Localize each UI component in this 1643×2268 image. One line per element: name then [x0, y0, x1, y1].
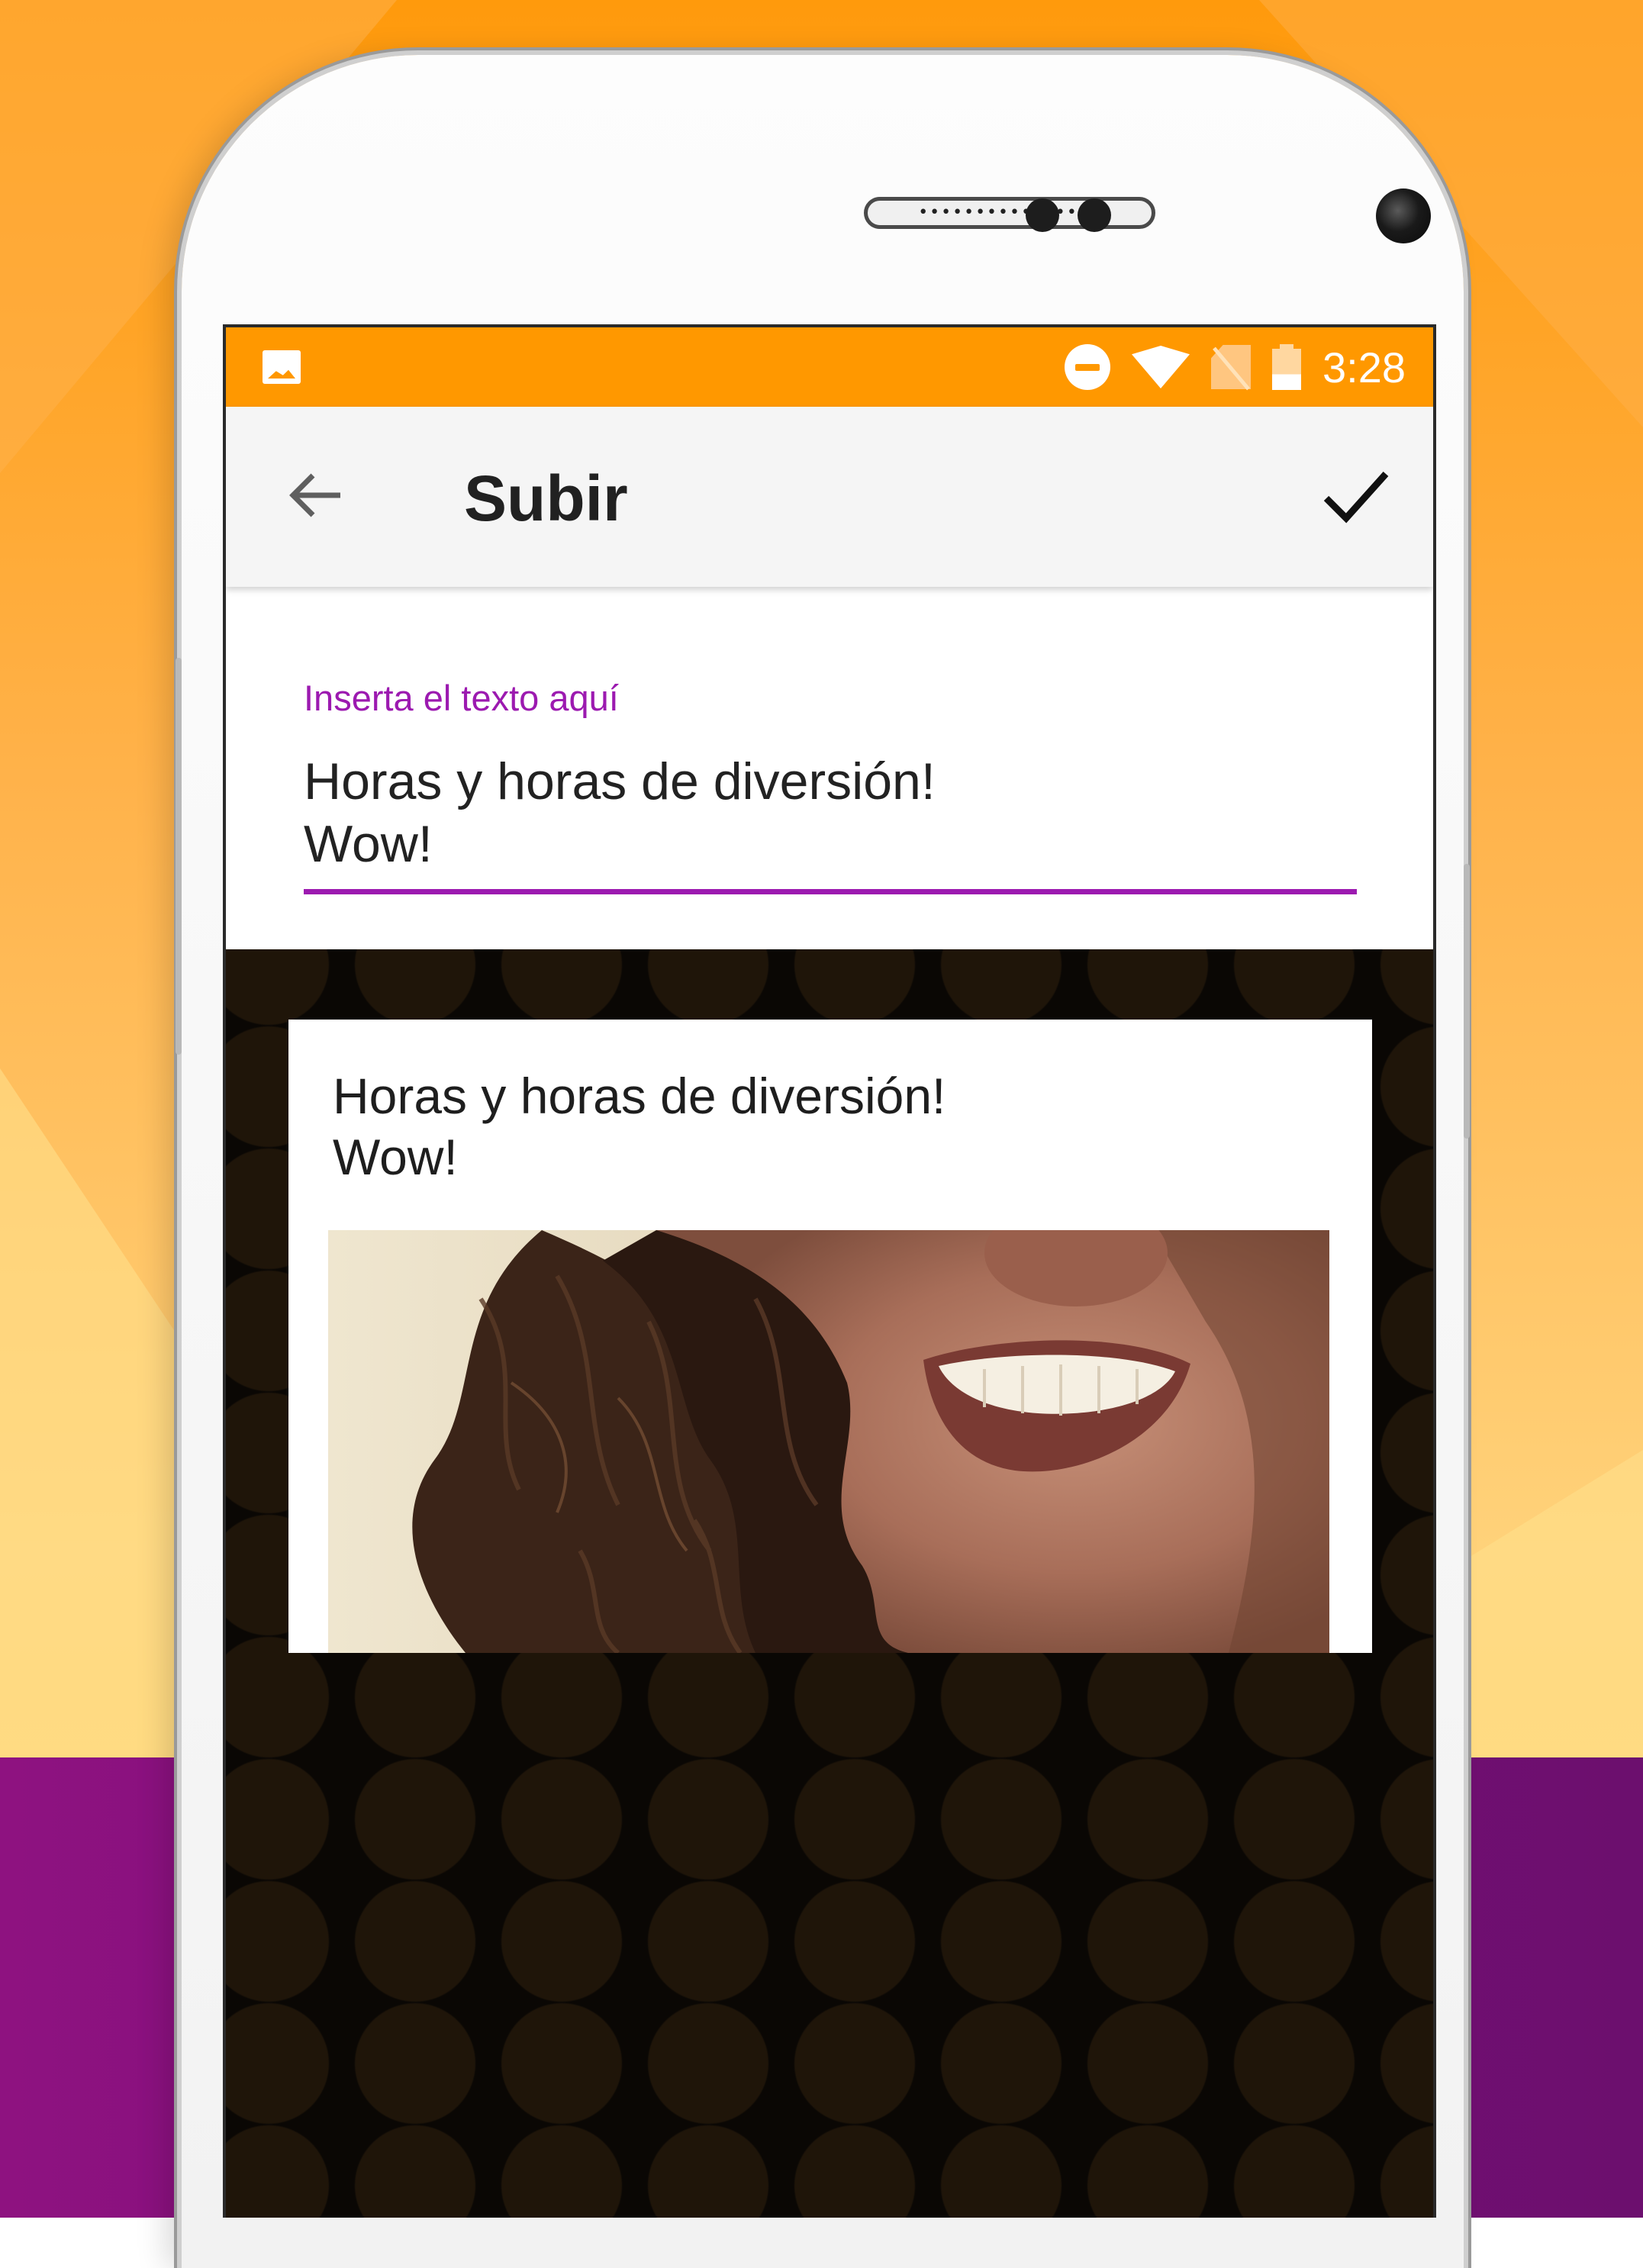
phone-screen: 3:28 Subir Inserta el texto aquí Horas y…	[223, 324, 1436, 2218]
check-icon	[1323, 471, 1389, 524]
confirm-button[interactable]	[1322, 465, 1390, 526]
page-title: Subir	[464, 462, 628, 534]
post-preview-text: Horas y horas de diversión! Wow!	[333, 1068, 946, 1185]
no-sim-icon	[1211, 345, 1251, 389]
text-form: Inserta el texto aquí Horas y horas de d…	[226, 587, 1433, 949]
side-button	[1464, 864, 1470, 1139]
text-field-label: Inserta el texto aquí	[304, 678, 619, 718]
sensor-dot	[1078, 198, 1111, 232]
text-input-underline	[304, 889, 1357, 894]
app-bar: Subir	[226, 407, 1433, 587]
do-not-disturb-icon	[1065, 344, 1110, 390]
text-input[interactable]: Horas y horas de diversión! Wow!	[304, 750, 1357, 875]
side-button	[176, 658, 182, 1055]
battery-icon	[1272, 344, 1301, 390]
post-photo	[328, 1230, 1329, 1653]
gallery-icon	[263, 350, 301, 384]
status-bar: 3:28	[226, 327, 1433, 407]
wifi-icon	[1132, 346, 1190, 388]
sensor-dot	[1026, 198, 1059, 232]
arrow-left-icon	[289, 473, 340, 517]
front-camera-icon	[1376, 188, 1431, 243]
back-button[interactable]	[287, 471, 343, 520]
status-time: 3:28	[1322, 343, 1406, 391]
smiling-woman-photo	[328, 1230, 1329, 1653]
preview-area: Horas y horas de diversión! Wow!	[226, 949, 1433, 2218]
earpiece-speaker: ••••••••••••••••	[864, 197, 1155, 229]
post-preview-card: Horas y horas de diversión! Wow!	[288, 1020, 1372, 1653]
